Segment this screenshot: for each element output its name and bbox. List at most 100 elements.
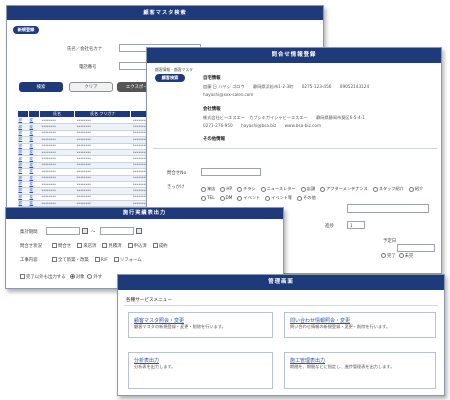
include-label: 完了以外も出力する: [26, 275, 66, 280]
trigger-option-label: アフターメンテナンス: [326, 186, 368, 191]
trigger-option-label: ニュースレター: [266, 186, 296, 191]
new-register-button[interactable]: 新規登録: [13, 26, 39, 34]
checkbox[interactable]: [152, 243, 158, 248]
checkbox[interactable]: [94, 257, 100, 262]
trigger-option-label: DM: [225, 195, 233, 200]
radio-icon[interactable]: [237, 186, 243, 192]
calendar-icon[interactable]: [82, 228, 88, 234]
trigger-option[interactable]: アフターメンテナンス: [320, 186, 368, 192]
card-customer-master-title[interactable]: 顧客マスタ照会・変更: [134, 317, 184, 324]
trigger-option-label: イベント: [243, 195, 261, 200]
trigger-option[interactable]: 紹介: [408, 186, 423, 192]
inquiry-no-input[interactable]: [201, 168, 261, 176]
trigger-option[interactable]: 来店: [201, 186, 216, 192]
management-window: 管理画面 各種サービスメニュー 顧客マスタ照会・変更 顧客マスタの新規登録・変更…: [117, 274, 445, 396]
other-info-heading: その他情報: [203, 137, 225, 142]
radio-icon[interactable]: [372, 186, 378, 192]
trigger-option[interactable]: その他: [297, 195, 316, 201]
card-construction-title[interactable]: 施工管理表出力: [290, 357, 325, 364]
checkbox-option[interactable]: 申込済: [127, 243, 147, 249]
checkbox[interactable]: [102, 243, 108, 248]
card-analysis[interactable]: 分析表出力 分析表を出力します。: [128, 352, 273, 389]
radio-done-label: 完了: [387, 254, 396, 259]
clear-button[interactable]: クリア: [69, 82, 113, 92]
trigger-option[interactable]: スタッフ紹介: [372, 186, 404, 192]
trigger-option[interactable]: ニュースレター: [260, 186, 296, 192]
radio-exclude[interactable]: [87, 274, 93, 279]
include-checkbox[interactable]: [20, 274, 25, 279]
card-customer-master[interactable]: 顧客マスタ照会・変更 顧客マスタの新規登録・変更・削除を行います。: [128, 312, 273, 338]
radio-icon[interactable]: [220, 186, 226, 192]
checkbox[interactable]: [113, 257, 119, 262]
trigger-option-label: 来店: [207, 186, 216, 191]
home-info-line2: hayashi@xxx-sales.com: [203, 92, 254, 97]
checkbox-option[interactable]: 問合せ: [52, 243, 72, 249]
planned-date-input[interactable]: [397, 244, 435, 252]
period-label: 集計期間: [20, 230, 38, 235]
checkbox-label: 来店済: [83, 244, 97, 249]
trigger-option[interactable]: DM: [219, 195, 233, 201]
period-end-input[interactable]: [100, 227, 134, 235]
period-start-input[interactable]: [46, 227, 80, 235]
status-select[interactable]: 1: [347, 221, 365, 229]
trigger-option-label: スタッフ紹介: [378, 186, 404, 191]
card-inquiry[interactable]: 問い合わせ情報照会・変更 問い合わせ情報の新規登録・変更・削除を行います。: [284, 312, 436, 338]
radio-icon[interactable]: [201, 186, 206, 192]
checkbox-option[interactable]: 来店済: [77, 243, 97, 249]
card-construction[interactable]: 施工管理表出力 期間を、期間などに指定し、進捗管理表を出力します。: [284, 352, 436, 389]
checkbox-label: 申込済: [133, 244, 147, 249]
radio-icon[interactable]: [265, 195, 271, 201]
radio-icon[interactable]: [237, 195, 243, 201]
checkbox-option[interactable]: 成約: [152, 243, 168, 249]
home-info-heading: 自宅情報: [203, 76, 221, 81]
checkbox-option[interactable]: R/F: [94, 257, 108, 263]
radio-target[interactable]: [69, 274, 75, 279]
card-inquiry-title[interactable]: 問い合わせ情報照会・変更: [290, 317, 350, 324]
checkbox-option[interactable]: 全て新築・改築: [52, 257, 89, 263]
customer-search-button[interactable]: 顧客検索: [155, 74, 185, 82]
company-info-line1: 株式会社ビーエスエー カブシキガイシャビーエスエー 静岡県静岡市葵区6-5-4-…: [203, 115, 365, 120]
trigger-option[interactable]: チラシ: [237, 186, 256, 192]
checkbox-label: 見積済: [108, 244, 122, 249]
radio-icon[interactable]: [408, 186, 414, 192]
work-label: 工事内容: [20, 258, 38, 263]
trigger-option[interactable]: HP: [220, 186, 233, 192]
state-options: 問合せ 来店済 見積済 申込済 成約: [52, 243, 174, 249]
radio-icon[interactable]: [297, 195, 303, 201]
radio-icon[interactable]: [201, 195, 206, 201]
search-button[interactable]: 検索: [19, 82, 63, 92]
trigger-other-input[interactable]: [347, 204, 429, 213]
checkbox-option[interactable]: 見積済: [102, 243, 122, 249]
trigger-label: きっかけ: [167, 185, 185, 190]
checkbox[interactable]: [127, 243, 133, 248]
checkbox-option[interactable]: リフォーム: [113, 257, 142, 263]
checkbox[interactable]: [52, 243, 57, 248]
trigger-option-label: HP: [226, 186, 233, 191]
radio-target-label: 対象: [75, 275, 85, 280]
divider: [124, 305, 438, 306]
trigger-option[interactable]: TEL: [201, 195, 215, 201]
company-info-heading: 会社情報: [203, 107, 221, 112]
radio-done[interactable]: [381, 253, 386, 258]
calendar-icon[interactable]: [136, 228, 142, 234]
status-radios: 完了 未完: [381, 253, 413, 259]
radio-icon[interactable]: [219, 195, 225, 201]
trigger-option[interactable]: イベント等: [265, 195, 292, 201]
phone-label: 電話番号: [79, 65, 97, 70]
checkbox[interactable]: [77, 243, 83, 248]
checkbox[interactable]: [52, 257, 57, 262]
trigger-option[interactable]: 店頭: [300, 186, 315, 192]
inquiry-title: 問合せ情報登録: [147, 48, 441, 63]
radio-undone[interactable]: [398, 253, 404, 258]
radio-icon[interactable]: [320, 186, 326, 192]
checkbox-label: 全て新築・改築: [58, 258, 89, 263]
checkbox-label: リフォーム: [119, 258, 142, 263]
radio-icon[interactable]: [260, 186, 266, 192]
card-analysis-desc: 分析表を出力します。: [134, 364, 176, 369]
management-title: 管理画面: [118, 275, 444, 290]
trigger-option[interactable]: イベント: [237, 195, 261, 201]
column-header: [28, 110, 40, 118]
checkbox-label: 問合せ: [58, 244, 72, 249]
radio-icon[interactable]: [300, 186, 306, 192]
card-analysis-title[interactable]: 分析表出力: [134, 357, 159, 364]
